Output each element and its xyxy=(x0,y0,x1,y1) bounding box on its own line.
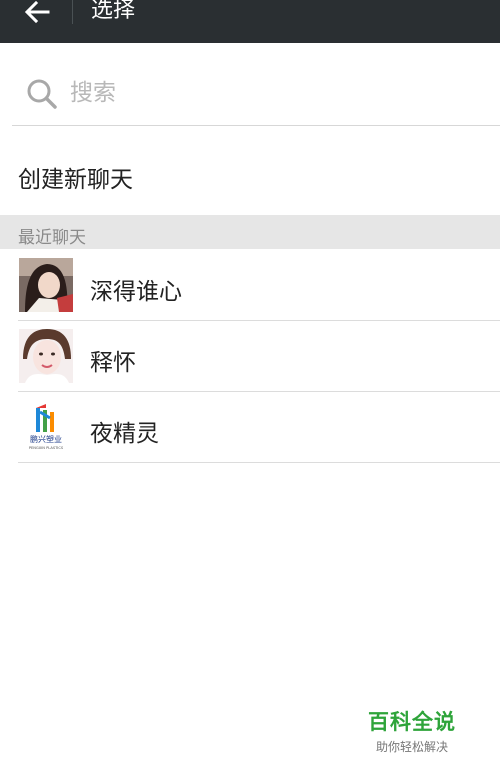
divider xyxy=(18,462,500,463)
create-new-chat-button[interactable]: 创建新聊天 xyxy=(0,130,500,214)
recent-chats-header: 最近聊天 xyxy=(0,215,500,249)
watermark-title: 百科全说 xyxy=(368,710,456,734)
chat-item[interactable]: 鹏兴塑业 PENGXIN PLASTICS 夜精灵 xyxy=(0,392,500,463)
svg-text:鹏兴塑业: 鹏兴塑业 xyxy=(30,434,62,444)
watermark-subtitle: 助你轻松解决 xyxy=(375,740,448,754)
avatar xyxy=(19,329,73,383)
toolbar-divider xyxy=(72,0,73,24)
svg-text:PENGXIN PLASTICS: PENGXIN PLASTICS xyxy=(29,446,64,450)
recent-chats-header-label: 最近聊天 xyxy=(18,228,86,248)
search-icon xyxy=(27,79,57,109)
avatar: 鹏兴塑业 PENGXIN PLASTICS xyxy=(19,400,73,454)
chat-item-name: 夜精灵 xyxy=(90,421,159,447)
top-bar: 选择 xyxy=(0,0,500,43)
search-input[interactable] xyxy=(70,76,470,110)
back-button[interactable] xyxy=(18,0,56,24)
search-bar[interactable] xyxy=(12,62,500,126)
create-new-chat-label: 创建新聊天 xyxy=(18,167,133,193)
page-title: 选择 xyxy=(91,0,136,23)
logo-avatar-pengxing: 鹏兴塑业 PENGXIN PLASTICS xyxy=(19,400,73,454)
photo-avatar-woman-light xyxy=(19,329,73,383)
arrow-left-icon xyxy=(24,1,50,23)
chat-item-name: 深得谁心 xyxy=(90,279,182,305)
recent-chat-list: 深得谁心 释怀 鹏兴塑业 PENGXIN PLASTICS 夜精灵 xyxy=(0,250,500,463)
chat-item[interactable]: 深得谁心 xyxy=(0,250,500,321)
chat-item[interactable]: 释怀 xyxy=(0,321,500,392)
watermark-logo: 百科全说 助你轻松解决 xyxy=(360,706,464,755)
chat-item-name: 释怀 xyxy=(90,350,136,376)
avatar xyxy=(19,258,73,312)
photo-avatar-woman-dark-hair xyxy=(19,258,73,312)
